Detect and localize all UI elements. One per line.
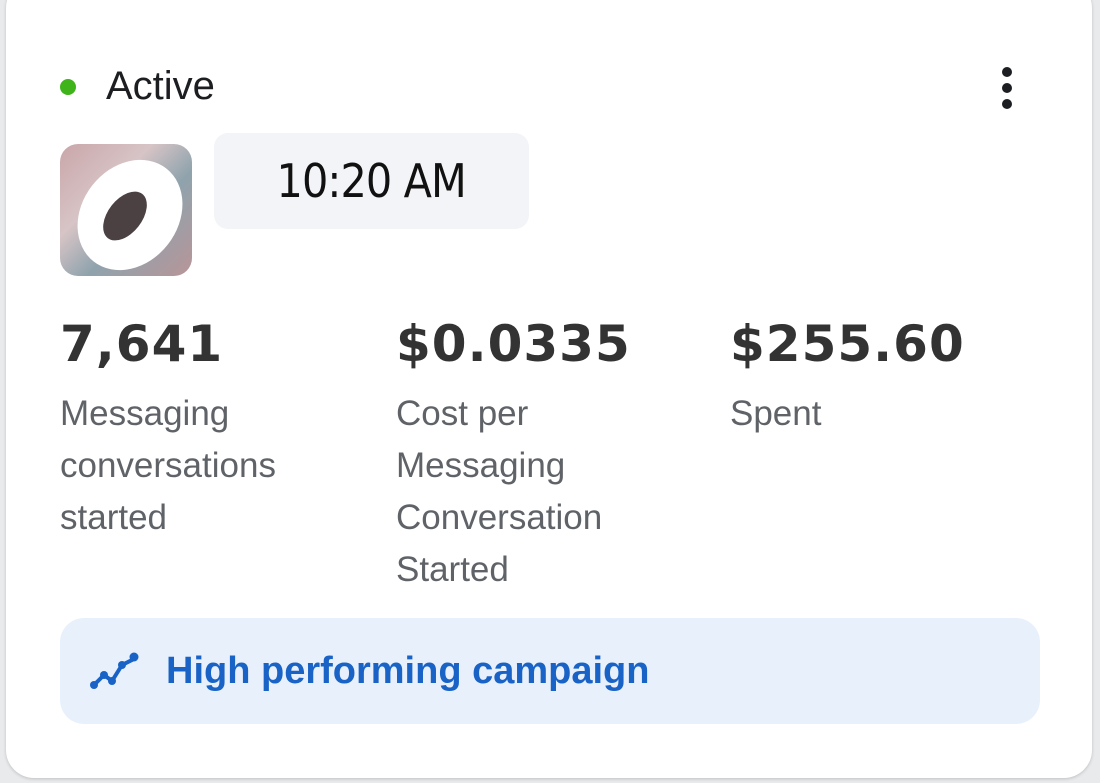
campaign-thumbnail [60, 144, 192, 276]
campaign-time-text: 10:20 AM [276, 154, 467, 208]
metric-label: Messaging conversations started [60, 394, 276, 537]
status-label: Active [106, 64, 215, 108]
more-options-icon[interactable] [992, 58, 1022, 118]
metric-cost-per-conversation: $0.0335 Cost per Messaging Conversation … [396, 316, 656, 596]
metric-conversations: 7,641 Messaging conversations started [60, 316, 350, 544]
status-dot-icon [60, 78, 76, 95]
campaign-time: 10:20 AM [214, 133, 529, 229]
metric-value: $0.0335 [396, 315, 631, 373]
metric-value: 7,641 [60, 315, 224, 373]
campaign-card[interactable]: Active 10:20 AM 7,641 Messaging conversa… [6, 0, 1092, 778]
status-row: Active [60, 64, 215, 109]
metric-label: Spent [730, 394, 822, 433]
high-performing-banner[interactable]: High performing campaign [60, 618, 1040, 724]
metric-label: Cost per Messaging Conversation Started [396, 394, 603, 589]
metric-value: $255.60 [730, 315, 965, 373]
banner-text: High performing campaign [166, 649, 650, 692]
trend-up-icon [90, 652, 139, 689]
metric-spent: $255.60 Spent [730, 316, 1030, 440]
